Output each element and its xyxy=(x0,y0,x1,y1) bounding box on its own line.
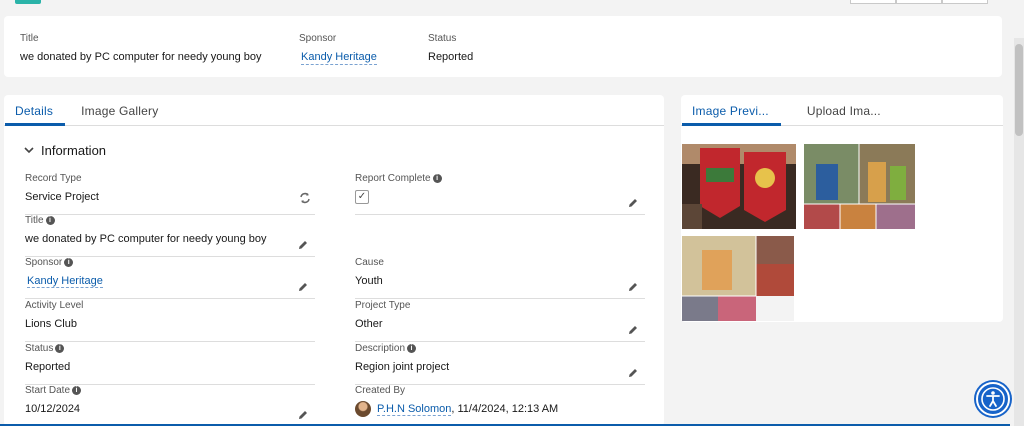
highlight-sponsor: Sponsor Kandy Heritage xyxy=(299,33,377,65)
field-value: Service Project xyxy=(25,191,99,203)
info-icon[interactable]: i xyxy=(432,174,442,183)
highlight-status: Status Reported xyxy=(428,33,473,63)
gallery-tabs: Image Previ... Upload Ima... xyxy=(681,95,1003,126)
app-logo xyxy=(15,0,41,4)
field-value: 10/12/2024 xyxy=(25,403,81,415)
tab-upload-image[interactable]: Upload Ima... xyxy=(781,95,893,126)
header-button[interactable] xyxy=(850,0,896,4)
gallery-photo[interactable] xyxy=(682,236,794,321)
field-value: Kandy Heritage xyxy=(25,275,315,288)
info-icon[interactable]: i xyxy=(72,386,82,395)
created-by-link[interactable]: P.H.N Solomon xyxy=(377,403,452,416)
field-label-text: Sponsor xyxy=(25,257,63,268)
field-label: Start Date i xyxy=(25,385,315,396)
highlights-panel: Title we donated by PC computer for need… xyxy=(4,16,1002,77)
field-value: Lions Club xyxy=(25,318,77,330)
created-date: , 11/4/2024, 12:13 AM xyxy=(451,403,559,415)
pencil-icon[interactable] xyxy=(627,324,641,338)
header-button-group[interactable] xyxy=(850,0,988,4)
field-status: Status i Reported xyxy=(25,343,315,385)
tab-image-gallery[interactable]: Image Gallery xyxy=(65,95,170,126)
pencil-icon[interactable] xyxy=(627,367,641,381)
scrollbar-thumb[interactable] xyxy=(1015,44,1023,136)
highlight-title-label: Title xyxy=(20,33,39,44)
field-label: Created By xyxy=(355,385,406,396)
gallery-photo[interactable] xyxy=(804,144,915,229)
highlight-title: Title we donated by PC computer for need… xyxy=(20,33,262,63)
field-label-text: Title xyxy=(25,215,44,226)
tab-details[interactable]: Details xyxy=(5,95,66,126)
accessibility-button[interactable] xyxy=(976,382,1010,416)
field-label: Cause xyxy=(355,257,384,268)
field-value: Reported xyxy=(25,361,71,373)
field-label: Sponsor i xyxy=(25,257,315,268)
header-button[interactable] xyxy=(942,0,988,4)
field-created-by: Created By P.H.N Solomon , 11/4/2024, 12… xyxy=(355,385,645,426)
image-preview-panel: Image Previ... Upload Ima... xyxy=(681,95,1003,322)
information-section-toggle[interactable]: Information xyxy=(24,143,106,158)
field-label: Title i xyxy=(25,215,315,226)
details-tabs: Details Image Gallery xyxy=(4,95,664,126)
field-description: Description i Region joint project xyxy=(355,343,645,385)
field-record-type: Record Type Service Project xyxy=(25,173,315,215)
tab-image-preview[interactable]: Image Previ... xyxy=(682,95,781,126)
field-start-date: Start Date i 10/12/2024 xyxy=(25,385,315,426)
details-panel: Details Image Gallery Information Record… xyxy=(4,95,664,426)
pencil-icon[interactable] xyxy=(297,409,311,423)
info-icon[interactable]: i xyxy=(45,216,55,225)
info-icon[interactable]: i xyxy=(407,344,417,353)
field-label: Description i xyxy=(355,343,645,354)
field-label: Record Type xyxy=(25,173,82,184)
pencil-icon[interactable] xyxy=(297,281,311,295)
field-cause: Cause Youth xyxy=(355,257,645,299)
field-label-text: Status xyxy=(25,343,54,354)
field-sponsor: Sponsor i Kandy Heritage xyxy=(25,257,315,299)
field-label-text: Description xyxy=(355,343,406,354)
field-title: Title i we donated by PC computer for ne… xyxy=(25,215,315,257)
report-complete-checkbox[interactable]: ✓ xyxy=(355,190,369,204)
highlight-sponsor-link[interactable]: Kandy Heritage xyxy=(301,51,377,65)
field-label-text: Start Date xyxy=(25,385,71,396)
accessibility-icon xyxy=(981,387,1005,411)
highlight-title-value: we donated by PC computer for needy youn… xyxy=(20,51,262,63)
field-label-text: Report Complete xyxy=(355,173,431,184)
field-label: Activity Level xyxy=(25,300,84,311)
section-title: Information xyxy=(41,143,107,158)
info-icon[interactable]: i xyxy=(55,344,65,353)
field-value: Region joint project xyxy=(355,361,450,373)
highlight-sponsor-label: Sponsor xyxy=(299,33,337,44)
header-button[interactable] xyxy=(896,0,942,4)
chevron-down-icon xyxy=(24,145,34,157)
field-label: Report Complete i xyxy=(355,173,645,184)
avatar xyxy=(355,401,371,417)
change-record-type-icon[interactable] xyxy=(299,192,311,207)
field-value: we donated by PC computer for needy youn… xyxy=(25,233,267,245)
field-project-type: Project Type Other xyxy=(355,300,645,342)
sponsor-link[interactable]: Kandy Heritage xyxy=(27,275,103,288)
pencil-icon[interactable] xyxy=(297,239,311,253)
field-value: P.H.N Solomon , 11/4/2024, 12:13 AM xyxy=(355,401,645,417)
field-value: Youth xyxy=(355,275,383,287)
highlight-status-value: Reported xyxy=(428,51,474,63)
field-report-complete: Report Complete i ✓ xyxy=(355,173,645,215)
field-label: Project Type xyxy=(355,300,411,311)
gallery-photo[interactable] xyxy=(682,144,796,229)
field-label: Status i xyxy=(25,343,315,354)
pencil-icon[interactable] xyxy=(627,197,641,211)
field-value: Other xyxy=(355,318,383,330)
pencil-icon[interactable] xyxy=(627,281,641,295)
info-icon[interactable]: i xyxy=(64,258,74,267)
field-value: ✓ xyxy=(355,190,645,204)
field-activity-level: Activity Level Lions Club xyxy=(25,300,315,342)
highlight-status-label: Status xyxy=(428,33,457,44)
page-header xyxy=(0,0,1010,8)
